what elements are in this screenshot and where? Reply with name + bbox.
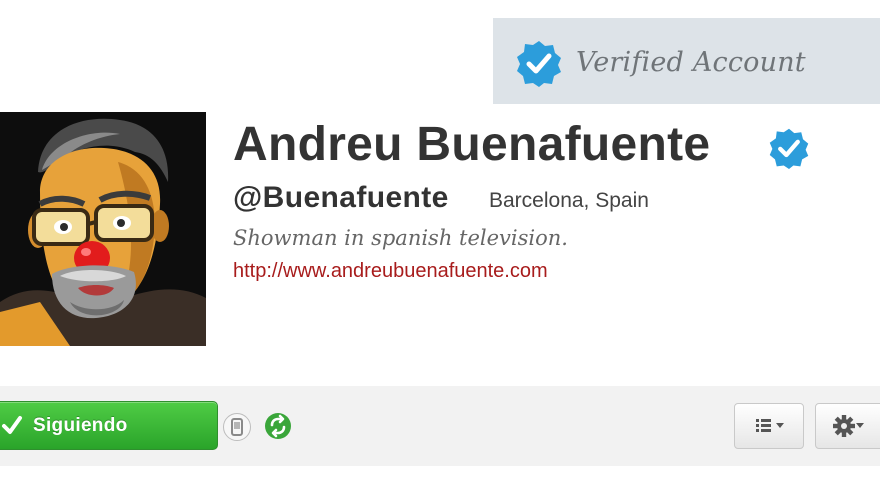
following-button-label: Siguiendo	[33, 415, 128, 436]
profile-name: Andreu Buenafuente	[233, 118, 711, 171]
verified-account-label: Verified Account	[576, 47, 806, 78]
caret-down-icon	[776, 423, 784, 428]
checkmark-icon	[2, 416, 22, 434]
gear-icon	[833, 415, 864, 437]
profile-location: Barcelona, Spain	[489, 189, 649, 212]
verified-account-banner: Verified Account	[493, 18, 880, 104]
verified-badge-icon	[517, 41, 561, 87]
profile-url-link[interactable]: http://www.andreubuenafuente.com	[233, 260, 548, 283]
verified-badge-icon	[769, 128, 809, 169]
settings-menu-button[interactable]	[815, 403, 880, 449]
profile-avatar[interactable]	[0, 112, 206, 346]
sms-device-icon	[231, 418, 243, 436]
profile-handle: @Buenafuente	[233, 181, 449, 214]
list-icon	[756, 419, 784, 432]
following-button[interactable]: Siguiendo	[0, 401, 218, 450]
avatar-illustration	[0, 112, 206, 346]
profile-bio: Showman in spanish television.	[233, 226, 568, 250]
lists-menu-button[interactable]	[734, 403, 804, 449]
sms-notifications-toggle[interactable]	[223, 413, 251, 441]
retweet-icon	[270, 414, 286, 438]
retweets-toggle[interactable]	[265, 413, 291, 439]
profile-action-bar: Siguiendo	[0, 386, 880, 466]
caret-down-icon	[856, 423, 864, 428]
